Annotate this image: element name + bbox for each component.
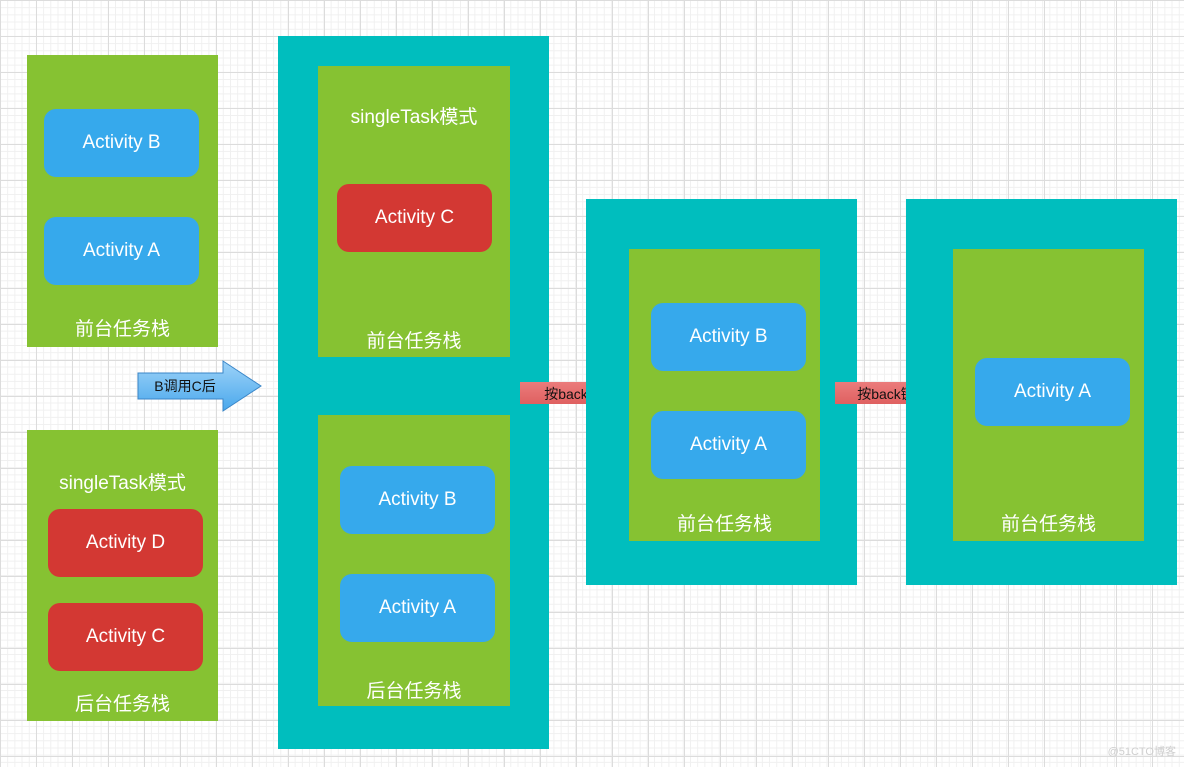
foreground-stack: Activity A 前台任务栈 [953,249,1144,541]
activity-b: Activity B [651,303,806,371]
stack-label: 前台任务栈 [676,514,772,535]
initial-foreground-stack: Activity B Activity A 前台任务栈 [27,55,218,347]
stack-label: 后台任务栈 [366,681,462,702]
stack-label: 后台任务栈 [74,694,170,715]
activity-c: Activity C [48,603,203,671]
stack-label: 前台任务栈 [366,331,462,352]
activity-d: Activity D [48,509,203,577]
activity-c: Activity C [337,184,492,252]
activity-a: Activity A [975,358,1130,426]
task-container: Activity A 前台任务栈 [906,199,1177,585]
activity-a: Activity A [651,411,806,479]
task-container: Activity B Activity A 前台任务栈 [586,199,857,585]
arrow-label: B调用C后 [154,378,216,394]
foreground-stack: singleTask模式 Activity C 前台任务栈 [318,66,510,357]
stack-label: 前台任务栈 [1000,514,1096,535]
mode-label: singleTask模式 [350,107,478,128]
activity-b: Activity B [44,109,199,177]
stack-label: 前台任务栈 [74,319,170,340]
foreground-stack: Activity B Activity A 前台任务栈 [629,249,820,541]
mode-label: singleTask模式 [59,473,186,494]
initial-background-stack: singleTask模式 Activity D Activity C 后台任务栈 [27,430,218,721]
background-stack: Activity B Activity A 后台任务栈 [318,415,510,706]
watermark: @51CTO博客 [1107,746,1176,758]
task-container: singleTask模式 Activity C 前台任务栈 Activity B… [278,36,549,749]
activity-a: Activity A [44,217,199,285]
activity-b: Activity B [340,466,495,534]
activity-a: Activity A [340,574,495,642]
